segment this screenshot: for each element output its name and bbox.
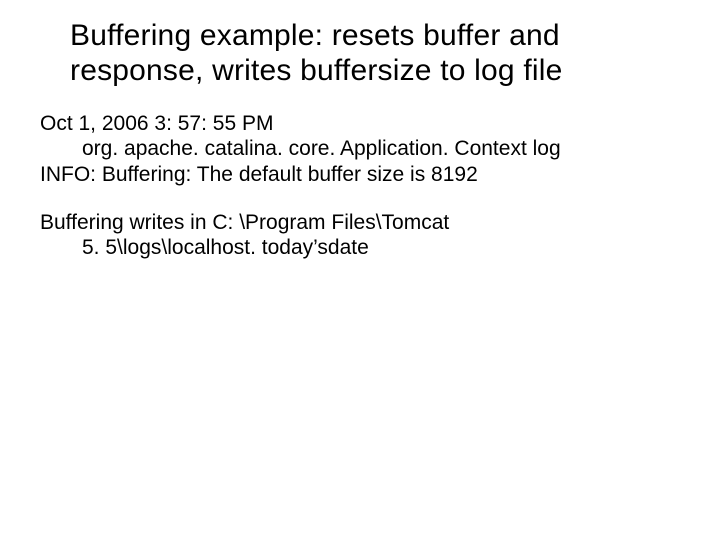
- log-line-2: org. apache. catalina. core. Application…: [40, 136, 680, 162]
- slide: Buffering example: resets buffer and res…: [0, 0, 720, 540]
- log-block: Oct 1, 2006 3: 57: 55 PM org. apache. ca…: [40, 111, 680, 188]
- title-line-1: Buffering example: resets buffer and: [70, 18, 680, 53]
- title-line-2: response, writes buffersize to log file: [70, 53, 680, 88]
- slide-title: Buffering example: resets buffer and res…: [70, 18, 680, 89]
- note-line-1: Buffering writes in C: \Program Files\To…: [40, 210, 680, 236]
- log-line-3: INFO: Buffering: The default buffer size…: [40, 162, 680, 188]
- note-line-2: 5. 5\logs\localhost. today’sdate: [40, 235, 680, 261]
- slide-body: Oct 1, 2006 3: 57: 55 PM org. apache. ca…: [40, 111, 680, 261]
- note-block: Buffering writes in C: \Program Files\To…: [40, 210, 680, 261]
- log-line-1: Oct 1, 2006 3: 57: 55 PM: [40, 111, 680, 137]
